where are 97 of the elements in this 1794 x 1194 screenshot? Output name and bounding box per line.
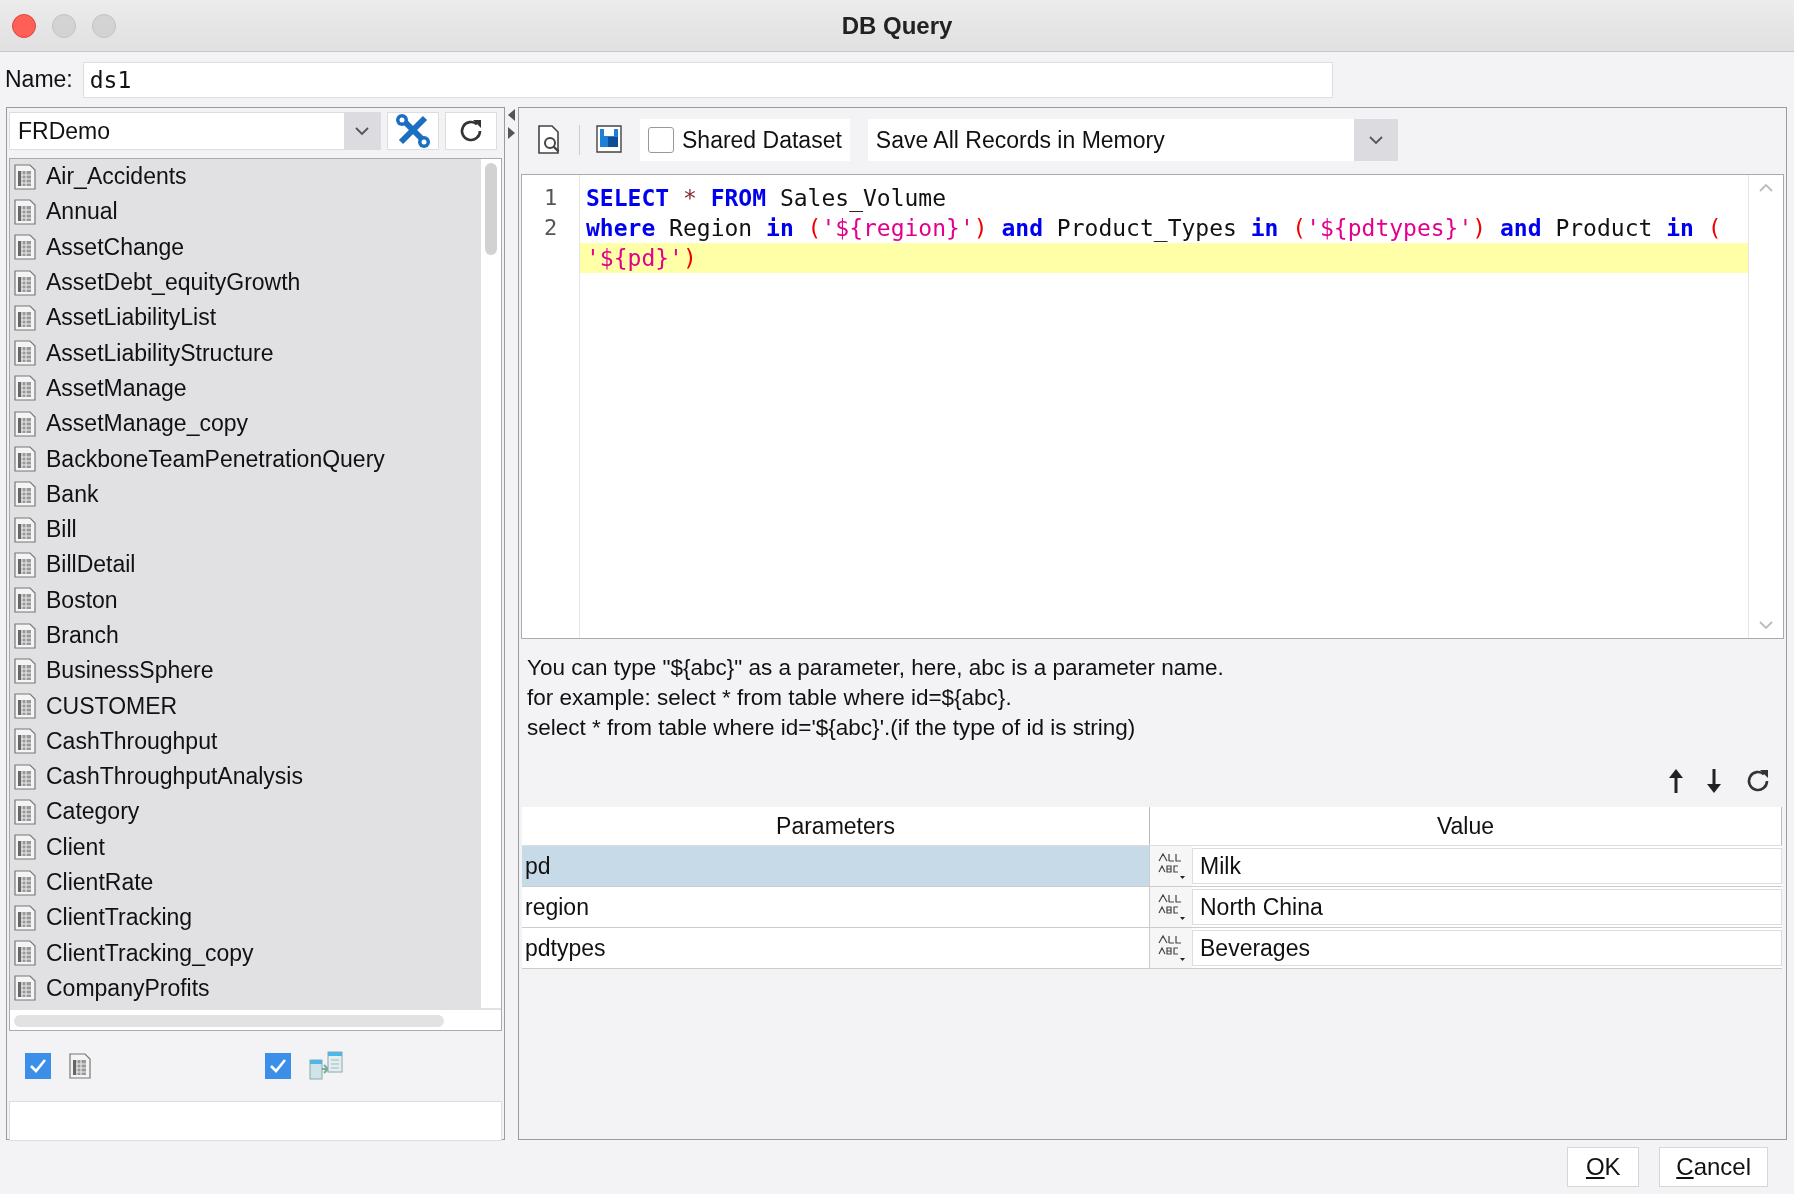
table-item[interactable]: Annual <box>10 194 481 230</box>
table-icon <box>14 657 36 684</box>
table-item[interactable]: AssetChange <box>10 229 481 265</box>
check-icon <box>29 1058 47 1074</box>
table-cell[interactable]: Beverages <box>1192 930 1782 966</box>
table-icon <box>14 163 36 190</box>
window-title: DB Query <box>841 11 953 40</box>
text-type-icon[interactable] <box>1156 933 1186 963</box>
linked-tables-icon <box>308 1051 343 1081</box>
caret-icon <box>1367 135 1384 145</box>
column-header[interactable]: Value <box>1150 807 1782 845</box>
table-cell[interactable]: Milk <box>1192 848 1782 884</box>
scrollbar-thumb[interactable] <box>14 1015 444 1027</box>
table-icon <box>14 269 36 296</box>
down-arrow-icon <box>1706 768 1722 794</box>
up-arrow-icon <box>1668 768 1684 794</box>
cancel-button[interactable]: Cancel <box>1659 1147 1768 1187</box>
checkbox-label[interactable]: Shared Dataset <box>682 126 842 154</box>
line-number: 1 <box>543 185 558 210</box>
table-item[interactable]: ClientRate <box>10 864 481 901</box>
checkbox[interactable] <box>264 1053 291 1079</box>
table-icon <box>14 622 36 649</box>
table-item[interactable]: CashThroughputAnalysis <box>10 759 481 795</box>
table-item[interactable]: AssetLiabilityStructure <box>10 335 481 371</box>
help-text: select * from table where id='${abc}'.(if the type of id is string) <box>527 714 1137 742</box>
collapse-left-icon[interactable] <box>508 109 515 121</box>
table-icon <box>14 516 36 543</box>
close-button[interactable] <box>12 13 36 38</box>
table-icon <box>14 940 36 967</box>
memory-mode-dropdown[interactable]: Save All Records in Memory <box>867 119 1398 161</box>
text-type-icon[interactable] <box>1156 851 1186 881</box>
table-icon <box>14 446 36 472</box>
table-icon <box>14 834 36 861</box>
table-icon <box>14 869 36 896</box>
table-icon <box>14 904 36 931</box>
table-icon <box>14 410 36 437</box>
refresh-button[interactable] <box>445 112 497 150</box>
collapse-right-icon[interactable] <box>508 127 515 139</box>
table-cell[interactable]: pd <box>522 846 1150 886</box>
scrollbar-thumb[interactable] <box>485 163 497 255</box>
table-item[interactable]: CompanyProfits <box>10 970 481 1007</box>
table-icon <box>14 975 36 1002</box>
table-item[interactable]: ClientTracking <box>10 900 481 936</box>
name-field[interactable]: ds1 <box>82 61 1333 98</box>
table-icon <box>14 198 36 225</box>
scroll-up-button[interactable] <box>1758 183 1774 193</box>
caret-icon <box>354 126 370 136</box>
table-item[interactable]: Boston <box>10 582 481 618</box>
table-cell[interactable]: North China <box>1192 889 1782 925</box>
table-icon <box>14 693 36 720</box>
table-item[interactable]: AssetManage_copy <box>10 406 481 442</box>
table-item[interactable]: Client <box>10 829 481 865</box>
table-icon <box>14 551 36 578</box>
table-item[interactable]: AssetLiabilityList <box>10 300 481 336</box>
table-item[interactable]: AssetManage <box>10 370 481 407</box>
scroll-down-button[interactable] <box>1758 620 1774 630</box>
checkbox[interactable] <box>648 127 674 153</box>
table-item[interactable]: ClientTracking_copy <box>10 935 481 971</box>
help-text: You can type "${abc}" as a parameter, here, abc is a parameter name. <box>527 654 1225 682</box>
table-item[interactable]: Bill <box>10 511 481 548</box>
tools-icon <box>395 114 431 148</box>
checkbox[interactable] <box>25 1053 51 1079</box>
table-item[interactable]: Air_Accidents <box>10 159 481 195</box>
tools-button[interactable] <box>387 112 439 150</box>
table-item[interactable]: Bank <box>10 476 481 512</box>
text-type-icon[interactable] <box>1156 892 1186 922</box>
name-label: Name: <box>5 66 73 93</box>
table-icon <box>14 799 36 825</box>
check-icon <box>268 1058 287 1074</box>
column-header[interactable]: Parameters <box>522 807 1150 845</box>
table-icon <box>14 763 36 790</box>
table-icon <box>69 1053 91 1079</box>
save-icon <box>596 125 624 155</box>
table-icon <box>14 375 36 402</box>
table-item[interactable]: CashThroughput <box>10 723 481 760</box>
table-item[interactable]: BackboneTeamPenetrationQuery <box>10 441 481 477</box>
ok-button[interactable]: OK <box>1567 1147 1640 1187</box>
table-icon <box>14 234 36 261</box>
code-line: SELECT * FROM Sales_Volume <box>585 184 948 213</box>
table-item[interactable]: AssetDebt_equityGrowth <box>10 264 481 301</box>
filter-field[interactable] <box>9 1101 502 1141</box>
table-icon <box>14 340 36 367</box>
datasource-dropdown[interactable]: FRDemo <box>9 112 381 150</box>
table-icon <box>14 587 36 614</box>
help-text: for example: select * from table where id=${abc}. <box>527 684 1013 712</box>
table-item[interactable]: BusinessSphere <box>10 653 481 689</box>
line-number: 2 <box>543 215 558 240</box>
table-item[interactable]: Category <box>10 794 481 830</box>
dropdown-button[interactable] <box>344 113 380 149</box>
table-item[interactable]: BillDetail <box>10 547 481 583</box>
table-icon <box>14 728 36 755</box>
table-icon <box>14 304 36 331</box>
table-item[interactable]: CUSTOMER <box>10 688 481 724</box>
sql-editor[interactable]: 1 2 SELECT * FROM Sales_Volume where Region in ('${region}') and Product_Types in ('${pdtypes}') and Product in ( '${pd}') <box>521 174 1784 639</box>
table-item[interactable]: Branch <box>10 617 481 654</box>
table-icon <box>14 481 36 508</box>
code-line: where Region in ('${region}') and Product_Types in ('${pdtypes}') and Product in ( <box>585 214 1723 243</box>
